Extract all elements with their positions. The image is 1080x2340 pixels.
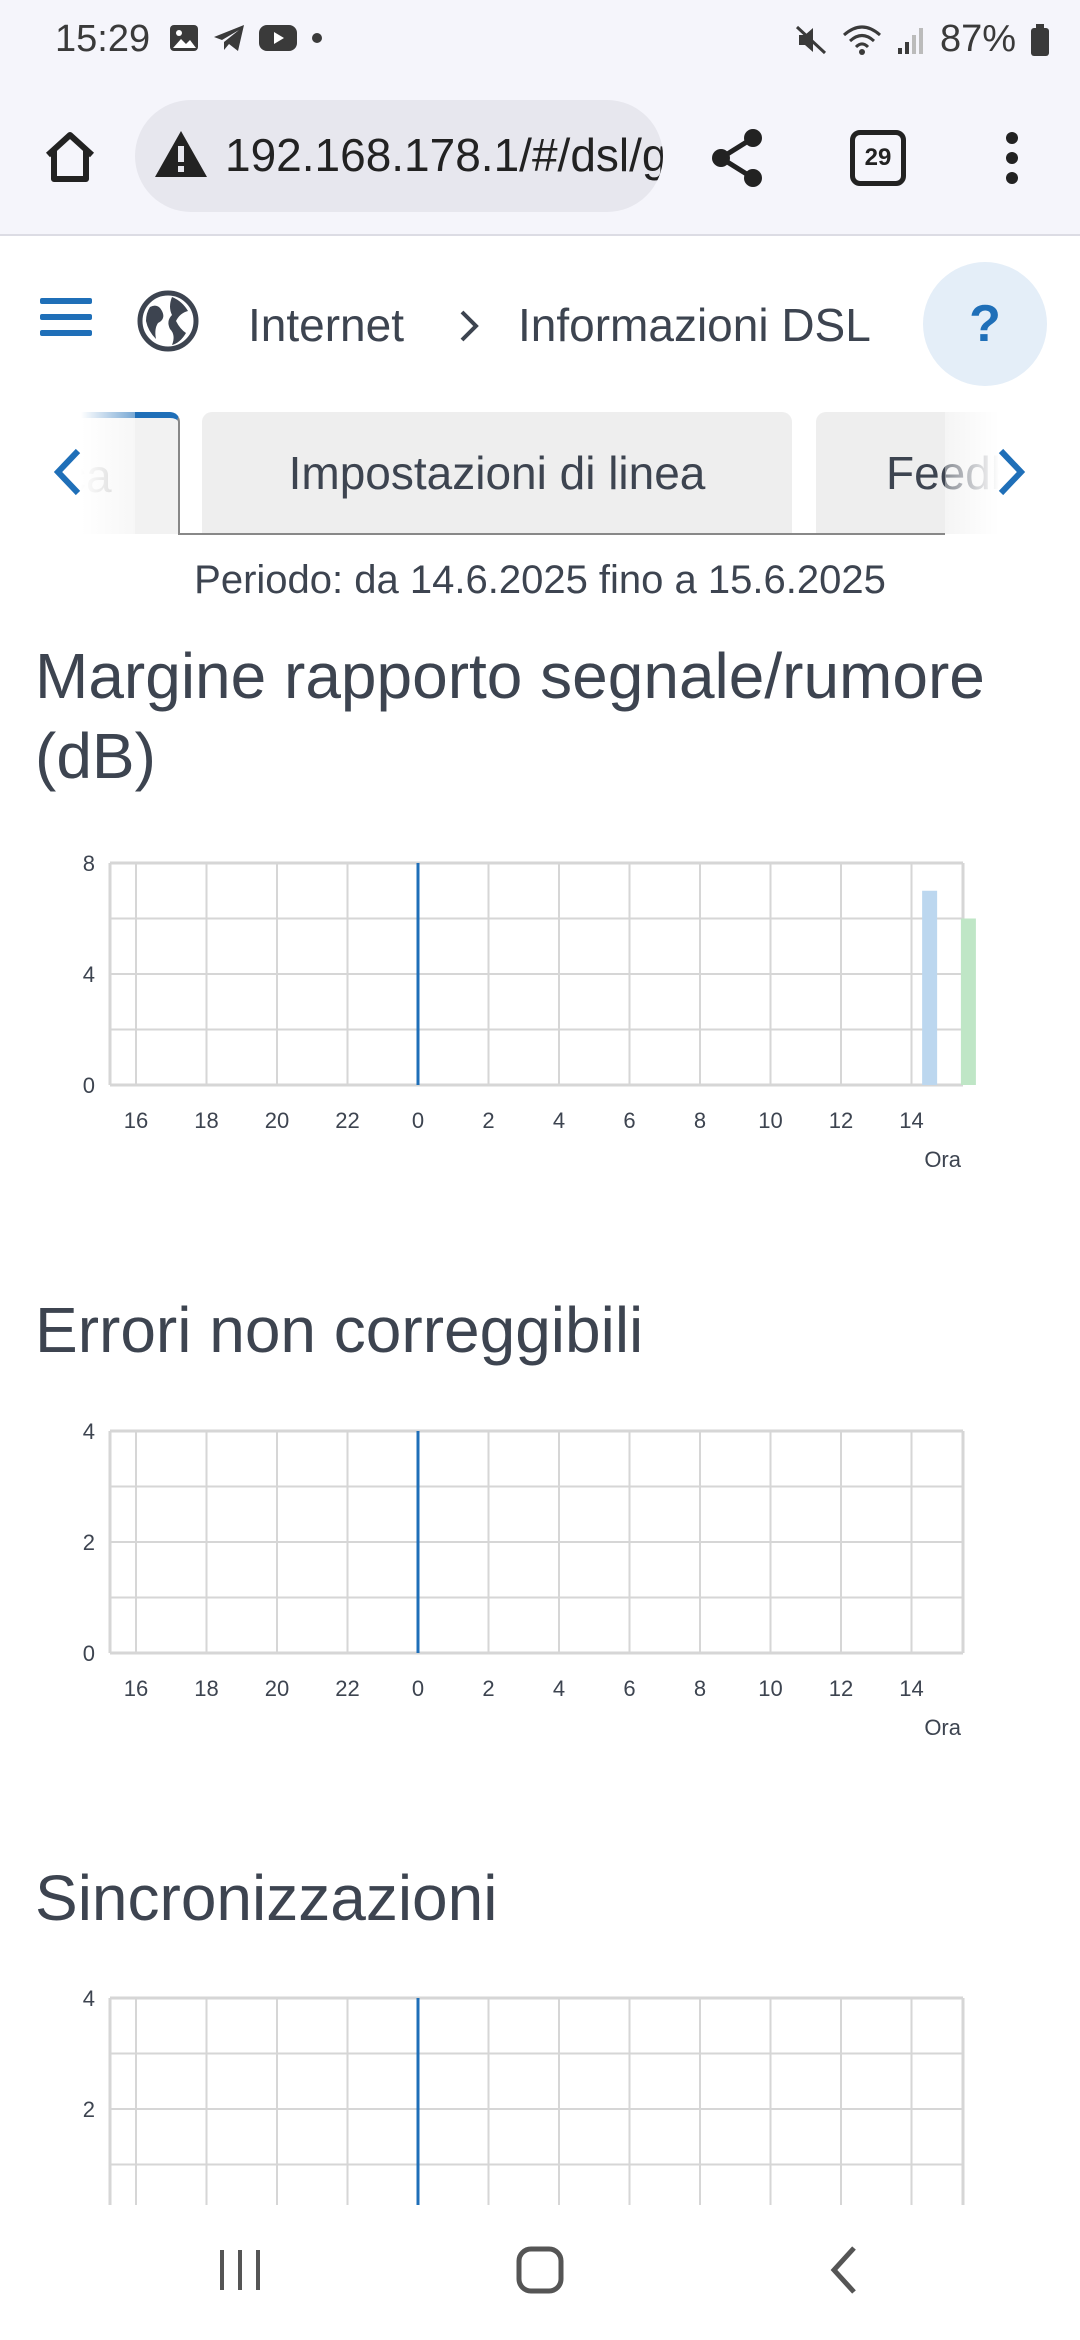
mute-icon — [795, 25, 826, 54]
x-tick-label: 12 — [829, 1676, 853, 1701]
x-tick-label: 2 — [482, 1676, 494, 1701]
y-tick-label: 0 — [83, 1641, 95, 1666]
sync-title: Sincronizzazioni — [35, 1862, 498, 1934]
tab-count-badge: 29 — [850, 129, 906, 186]
x-tick-label: 22 — [335, 1108, 359, 1133]
share-icon — [711, 128, 762, 187]
url-text: 192.168.178.1/#/dsl/gr — [225, 129, 663, 181]
y-tick-label: 8 — [83, 851, 95, 876]
back-nav-button[interactable] — [808, 2235, 878, 2305]
x-tick-label: 0 — [412, 1108, 424, 1133]
y-tick-label: 2 — [83, 2097, 95, 2122]
status-time: 15:29 — [55, 18, 151, 60]
home-nav-icon — [516, 2246, 564, 2294]
browser-menu-button[interactable] — [990, 110, 1034, 205]
x-tick-label: 22 — [335, 1676, 359, 1701]
home-nav-button[interactable] — [505, 2235, 575, 2305]
x-tick-label: 18 — [194, 1108, 218, 1133]
more-vert-icon — [1006, 131, 1018, 184]
x-tick-label: 8 — [694, 1108, 706, 1133]
x-tick-label: 10 — [758, 1676, 782, 1701]
gallery-icon — [170, 25, 198, 51]
status-notification-icons — [168, 22, 324, 54]
tab-line-settings[interactable]: Impostazioni di linea — [202, 412, 792, 534]
hamburger-icon — [40, 298, 92, 336]
back-icon — [830, 2246, 856, 2294]
status-system-icons: 87% — [794, 18, 1050, 61]
wifi-icon — [842, 25, 881, 55]
errors-title: Errori non correggibili — [35, 1294, 644, 1366]
youtube-icon — [259, 25, 297, 51]
errors-chart: 0 2 4 16 18 20 22 0 2 4 6 8 10 12 14Ora — [83, 1419, 965, 1740]
warning-icon — [155, 131, 207, 177]
battery-percentage: 87% — [939, 18, 1016, 60]
signal-icon — [897, 27, 923, 54]
system-navigation-bar — [0, 2205, 1080, 2340]
telegram-icon — [214, 25, 244, 51]
snr-chart: 0 4 8 16 18 20 22 0 2 4 6 8 10 12 14Ora — [83, 851, 976, 1172]
period-text: Periodo: da 14.6.2025 fino a 15.6.2025 — [194, 558, 886, 602]
y-tick-label: 0 — [83, 1073, 95, 1098]
help-button[interactable]: ? — [923, 262, 1047, 386]
tab-strip: tica Impostazioni di linea Feedba — [0, 412, 1080, 538]
x-tick-label: 14 — [899, 1108, 923, 1133]
battery-icon — [1031, 23, 1049, 56]
breadcrumb-internet[interactable]: Internet — [248, 298, 404, 352]
y-tick-label: 4 — [83, 962, 95, 987]
chevron-left-icon — [53, 448, 81, 496]
x-tick-label: 18 — [194, 1676, 218, 1701]
globe-icon — [137, 290, 199, 352]
tab-switcher-button[interactable]: 29 — [848, 110, 908, 205]
breadcrumb-chevron-icon — [460, 310, 479, 342]
x-axis-label: Ora — [924, 1147, 961, 1172]
chevron-right-icon — [998, 448, 1026, 496]
tab-underline — [178, 533, 945, 535]
tab-scroll-left-button[interactable] — [50, 442, 84, 511]
x-tick-label: 4 — [553, 1108, 565, 1133]
tab-scroll-right-button[interactable] — [995, 442, 1029, 511]
share-button[interactable] — [700, 110, 775, 205]
x-tick-label: 10 — [758, 1108, 782, 1133]
app-header: Internet Informazioni DSL ? — [0, 236, 1080, 412]
menu-button[interactable] — [35, 286, 97, 348]
x-tick-label: 6 — [623, 1676, 635, 1701]
home-icon — [45, 132, 95, 182]
home-button[interactable] — [30, 112, 110, 202]
more-notifications-dot-icon — [312, 33, 322, 43]
x-tick-label: 0 — [412, 1676, 424, 1701]
status-bar: 15:29 87% — [0, 0, 1080, 82]
data-bar — [922, 890, 938, 1085]
x-tick-label: 6 — [623, 1108, 635, 1133]
x-tick-label: 20 — [265, 1108, 289, 1133]
recent-apps-button[interactable] — [205, 2235, 275, 2305]
sync-chart: 24 — [83, 1986, 965, 2205]
address-bar[interactable]: 192.168.178.1/#/dsl/gr — [135, 100, 663, 212]
data-bar — [960, 918, 976, 1085]
x-tick-label: 4 — [553, 1676, 565, 1701]
x-tick-label: 14 — [899, 1676, 923, 1701]
x-tick-label: 12 — [829, 1108, 853, 1133]
y-tick-label: 4 — [83, 1986, 95, 2011]
y-tick-label: 4 — [83, 1419, 95, 1444]
breadcrumb-dsl-info: Informazioni DSL — [518, 299, 871, 351]
x-axis-label: Ora — [924, 1715, 961, 1740]
x-tick-label: 16 — [124, 1108, 148, 1133]
y-tick-label: 2 — [83, 1530, 95, 1555]
x-tick-label: 20 — [265, 1676, 289, 1701]
x-tick-label: 2 — [482, 1108, 494, 1133]
x-tick-label: 16 — [124, 1676, 148, 1701]
recent-apps-icon — [220, 2250, 260, 2290]
snr-title: Margine rapporto segnale/rumore (dB) — [35, 640, 985, 792]
internet-globe-icon-wrap — [135, 288, 201, 354]
x-tick-label: 8 — [694, 1676, 706, 1701]
browser-toolbar: 192.168.178.1/#/dsl/gr 29 — [0, 82, 1080, 236]
